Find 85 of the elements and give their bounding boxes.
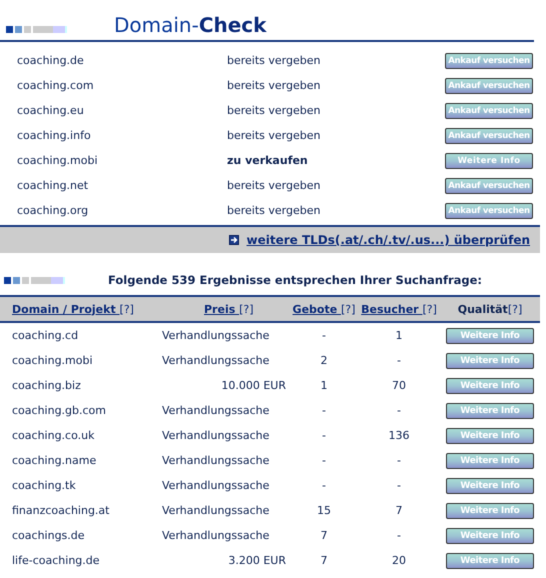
table-cell-text: coaching.mobi: [11, 354, 94, 367]
action-button[interactable]: Weitere Info: [445, 152, 533, 168]
column-heading: Qualität: [458, 302, 508, 316]
table-cell-text: 1: [394, 329, 404, 342]
table-cell-text: coaching.tk: [11, 479, 77, 492]
domain-name: coaching.net: [16, 179, 90, 192]
info-button[interactable]: Weitere Info: [446, 452, 534, 468]
column-sort-link[interactable]: Domain / Projekt: [12, 302, 120, 316]
help-link[interactable]: [?]: [508, 302, 522, 316]
table-cell-text: coaching.cd: [11, 329, 80, 342]
action-button[interactable]: Ankauf versuchen: [445, 128, 533, 144]
info-button[interactable]: Weitere Info: [446, 552, 534, 568]
table-cell-text: -: [396, 479, 402, 492]
table-cell-text: 7: [394, 504, 404, 517]
table-cell-text: Verhandlungssache: [162, 404, 270, 417]
column-sort-link[interactable]: Preis: [204, 302, 240, 316]
help-link[interactable]: [?]: [422, 302, 437, 316]
table-cell-text: -: [396, 354, 402, 367]
help-link[interactable]: [?]: [341, 302, 356, 316]
column-sort-link[interactable]: Gebote: [292, 302, 342, 316]
domain-name: coaching.mobi: [16, 154, 99, 167]
table-cell-text: -: [321, 329, 327, 342]
table-cell-text: 7: [320, 554, 328, 567]
table-cell-text: Verhandlungssache: [162, 429, 270, 442]
table-cell-text: -: [396, 454, 402, 467]
table-cell-text: Verhandlungssache: [162, 479, 270, 492]
info-button[interactable]: Weitere Info: [446, 478, 534, 494]
domain-name: coaching.info: [16, 129, 92, 142]
table-cell-text: -: [396, 529, 402, 542]
domain-status: zu verkaufen: [227, 154, 309, 167]
table-cell-text: coaching.biz: [11, 379, 82, 392]
table-cell-text: -: [321, 454, 327, 467]
table-cell-text: coachings.de: [11, 529, 86, 542]
table-cell-text: 20: [391, 554, 407, 567]
table-cell-text: Verhandlungssache: [162, 529, 270, 542]
domain-status: bereits vergeben: [227, 204, 322, 217]
info-button[interactable]: Weitere Info: [446, 328, 534, 344]
action-button[interactable]: Ankauf versuchen: [445, 78, 533, 94]
table-cell-text: -: [321, 404, 327, 417]
info-button[interactable]: Weitere Info: [446, 502, 534, 518]
action-button[interactable]: Ankauf versuchen: [445, 202, 533, 218]
domain-status: bereits vergeben: [227, 129, 322, 142]
table-cell-text: 1: [320, 379, 328, 392]
table-cell-text: Verhandlungssache: [162, 329, 270, 342]
info-button[interactable]: Weitere Info: [446, 378, 534, 394]
domain-name: coaching.eu: [16, 104, 85, 117]
domain-status: bereits vergeben: [227, 104, 322, 117]
table-cell-text: 70: [391, 379, 407, 392]
table-cell-text: Verhandlungssache: [162, 354, 270, 367]
table-cell-text: 3.200 EUR: [227, 554, 287, 567]
action-button[interactable]: Ankauf versuchen: [445, 52, 533, 68]
table-cell-text: 7: [320, 529, 328, 542]
table-cell-text: Verhandlungssache: [162, 504, 270, 517]
table-cell-text: -: [321, 429, 327, 442]
info-button[interactable]: Weitere Info: [446, 528, 534, 544]
domain-status: bereits vergeben: [227, 54, 322, 67]
action-button[interactable]: Ankauf versuchen: [445, 102, 533, 118]
table-cell-text: coaching.name: [11, 454, 98, 467]
info-button[interactable]: Weitere Info: [446, 402, 534, 418]
page-title: Domain-Check: [114, 13, 266, 37]
domain-name: coaching.org: [16, 204, 90, 217]
table-cell-text: 15: [316, 504, 332, 517]
table-cell-text: 2: [320, 354, 328, 367]
column-sort-link[interactable]: Besucher: [361, 302, 422, 316]
action-button[interactable]: Ankauf versuchen: [445, 178, 533, 194]
table-cell-text: -: [321, 479, 327, 492]
table-cell-text: Verhandlungssache: [162, 454, 270, 467]
table-cell-text: 136: [388, 429, 410, 442]
more-tlds-link[interactable]: weitere TLDs(.at/.ch/.tv/.us...) überprüfen: [246, 233, 530, 247]
table-cell-text: coaching.gb.com: [11, 404, 107, 417]
help-link[interactable]: [?]: [239, 302, 254, 316]
table-cell-text: life-coaching.de: [11, 554, 101, 567]
table-cell-text: 10.000 EUR: [220, 379, 287, 392]
table-cell-text: coaching.co.uk: [11, 429, 96, 442]
domain-name: coaching.de: [16, 54, 85, 67]
info-button[interactable]: Weitere Info: [446, 352, 534, 368]
domain-name: coaching.com: [16, 79, 95, 92]
domain-status: bereits vergeben: [227, 179, 322, 192]
arrow-icon: [228, 235, 239, 245]
table-cell-text: finanzcoaching.at: [11, 504, 110, 517]
results-heading: Folgende 539 Ergebnisse entsprechen Ihrer Suchanfrage:: [108, 273, 482, 287]
domain-status: bereits vergeben: [227, 79, 322, 92]
info-button[interactable]: Weitere Info: [446, 428, 534, 444]
table-cell-text: -: [396, 404, 402, 417]
help-link[interactable]: [?]: [120, 302, 134, 316]
